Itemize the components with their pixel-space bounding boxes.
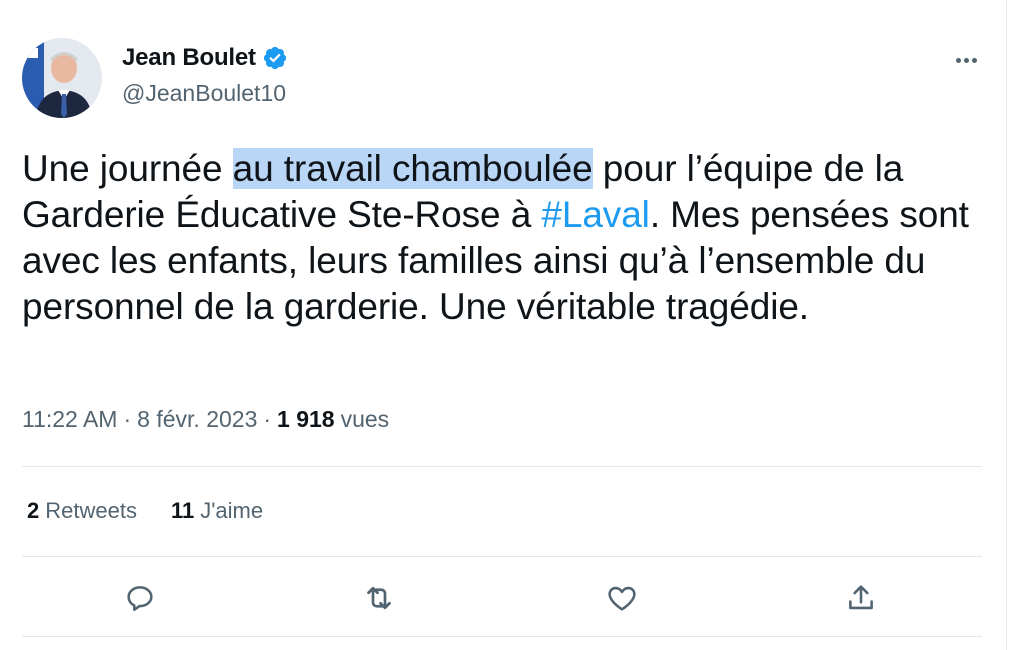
tweet-time[interactable]: 11:22 AM [22,406,117,433]
tweet-text: Une journée au travail chamboulée pour l… [22,146,982,330]
selected-text: au travail chamboulée [232,148,593,189]
retweets-stat[interactable]: 2 Retweets [27,498,137,524]
tweet-date[interactable]: 8 févr. 2023 [137,406,257,433]
like-button[interactable] [602,578,642,618]
share-button[interactable] [841,578,881,618]
heart-icon [608,586,636,611]
tweet-text-start: Une journée [22,148,233,189]
views-count: 1 918 [277,406,335,432]
retweet-button[interactable] [359,578,399,618]
reply-button[interactable] [120,578,160,618]
author-name-row: Jean Boulet [122,44,288,72]
author-handle[interactable]: @JeanBoulet10 [122,80,286,107]
divider [22,636,982,637]
likes-count: 11 [170,498,195,523]
share-icon [849,585,873,610]
likes-stat[interactable]: 11 J'aime [171,498,263,524]
retweets-label: Retweets [45,498,137,523]
action-bar [0,572,1006,624]
more-options-button[interactable] [950,46,982,74]
meta-separator: · [123,406,132,432]
engagement-stats: 2 Retweets 11 J'aime [27,498,297,524]
author-name[interactable]: Jean Boulet [122,44,256,72]
divider [22,466,982,467]
tweet-meta: 11:22 AM · 8 févr. 2023 · 1 918 vues [22,406,389,433]
retweet-icon [367,586,391,610]
more-horizontal-icon [954,57,978,63]
hashtag-link[interactable]: #Laval [541,194,650,235]
likes-label: J'aime [200,498,264,523]
avatar[interactable] [22,38,102,118]
meta-separator: · [263,406,272,432]
verified-badge-icon [262,45,288,71]
retweets-count: 2 [27,498,40,523]
divider [22,556,982,557]
tweet-card: Jean Boulet @JeanBoulet10 Une journée au… [0,0,1007,650]
reply-icon [127,586,153,612]
views-label: vues [340,406,390,432]
